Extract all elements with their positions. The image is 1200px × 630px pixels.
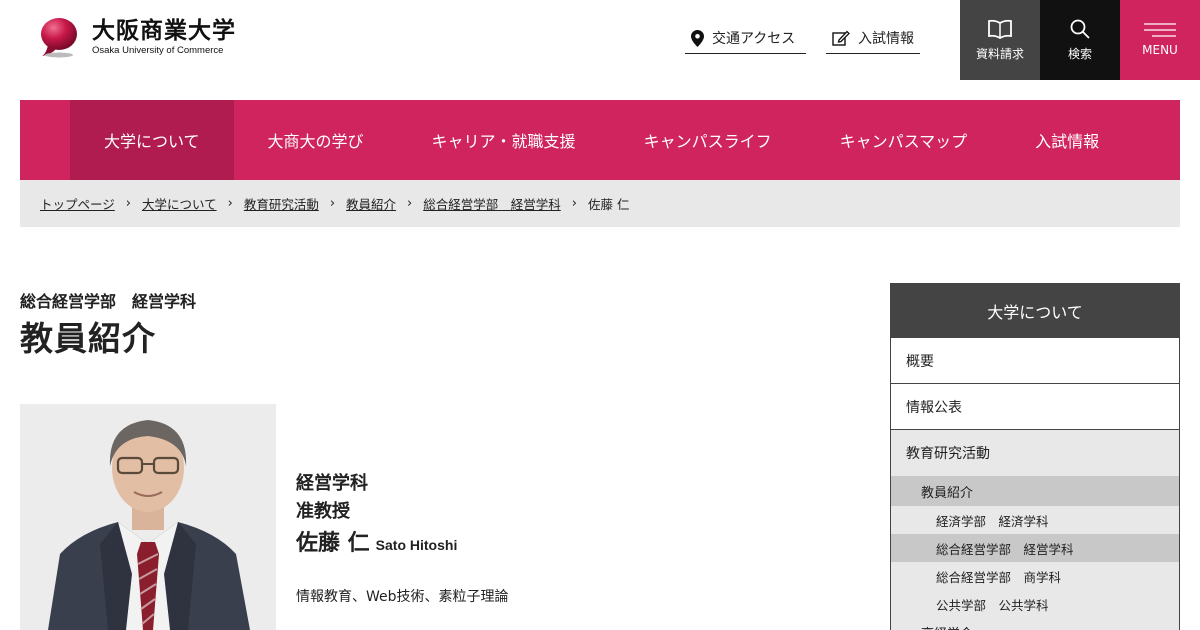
faculty-research-fields: 情報教育、Web技術、素粒子理論 [296,589,509,605]
access-link[interactable]: 交通アクセス [685,27,806,54]
search-icon [1070,19,1090,39]
breadcrumb-link-faculty[interactable]: 教員紹介 [346,194,396,213]
nav-item-learning[interactable]: 大商大の学び [234,100,398,180]
faculty-name: 佐藤 仁 [296,531,370,556]
faculty-name-english: Sato Hitoshi [375,537,458,553]
side-nav-sub-economics[interactable]: 経済学部 経済学科 [891,506,1179,534]
nav-item-campus-life[interactable]: キャンパスライフ [610,100,806,180]
menu-label: MENU [1142,43,1178,57]
page-subtitle: 総合経営学部 経営学科 [20,292,197,311]
side-nav-sub-public-policy[interactable]: 公共学部 公共学科 [891,590,1179,618]
map-pin-icon [691,29,704,47]
breadcrumb-separator: › [407,196,413,211]
brochure-button[interactable]: 資料請求 [960,0,1040,80]
breadcrumb-link-about[interactable]: 大学について [142,194,217,213]
faculty-photo [20,404,276,630]
logo-mark-icon [38,16,80,58]
side-nav-sub-commerce[interactable]: 総合経営学部 商学科 [891,562,1179,590]
side-nav: 大学について 概要 情報公表 教育研究活動 教員紹介 経済学部 経済学科 総合経… [890,283,1180,630]
access-label: 交通アクセス [712,31,796,47]
breadcrumb: トップページ › 大学について › 教育研究活動 › 教員紹介 › 総合経営学部… [20,180,1180,227]
breadcrumb-link-top[interactable]: トップページ [40,194,115,213]
side-nav-item-disclosure[interactable]: 情報公表 [891,384,1179,430]
logo-japanese-name: 大阪商業大学 [92,18,236,44]
global-nav: 大学について 大商大の学び キャリア・就職支援 キャンパスライフ キャンパスマッ… [20,100,1180,180]
breadcrumb-separator: › [125,196,131,211]
nav-item-campus-map[interactable]: キャンパスマップ [806,100,1002,180]
side-nav-sub-cut-item[interactable]: 高経営会 [891,618,1179,630]
menu-button[interactable]: MENU [1120,0,1200,80]
site-logo[interactable]: 大阪商業大学 Osaka University of Commerce [38,16,236,58]
book-icon [988,19,1012,39]
breadcrumb-link-department[interactable]: 総合経営学部 経営学科 [423,194,561,213]
page-title: 教員紹介 [20,319,156,358]
brochure-label: 資料請求 [975,46,1024,61]
admission-link[interactable]: 入試情報 [826,27,920,54]
side-nav-heading[interactable]: 大学について [891,284,1179,338]
breadcrumb-link-research[interactable]: 教育研究活動 [244,194,319,213]
breadcrumb-separator: › [227,196,233,211]
logo-english-name: Osaka University of Commerce [92,45,224,56]
side-nav-item-overview[interactable]: 概要 [891,338,1179,384]
search-label: 検索 [1067,46,1092,61]
edit-note-icon [832,30,850,46]
hamburger-icon [1144,23,1176,37]
faculty-info: 経営学科 准教授 佐藤 仁 Sato Hitoshi [296,470,457,563]
side-nav-sub-business-admin[interactable]: 総合経営学部 経営学科 [891,534,1179,562]
admission-label: 入試情報 [858,31,914,47]
breadcrumb-separator: › [571,196,577,211]
search-button[interactable]: 検索 [1040,0,1120,80]
breadcrumb-separator: › [329,196,336,211]
side-nav-sub-faculty[interactable]: 教員紹介 [891,476,1179,506]
side-nav-item-research[interactable]: 教育研究活動 [891,430,1179,476]
nav-item-admission[interactable]: 入試情報 [1001,100,1133,180]
nav-item-about[interactable]: 大学について [70,100,234,180]
breadcrumb-current: 佐藤 仁 [587,197,630,212]
faculty-department: 経営学科 [296,473,368,494]
nav-item-career[interactable]: キャリア・就職支援 [398,100,610,180]
faculty-position: 准教授 [296,501,350,522]
